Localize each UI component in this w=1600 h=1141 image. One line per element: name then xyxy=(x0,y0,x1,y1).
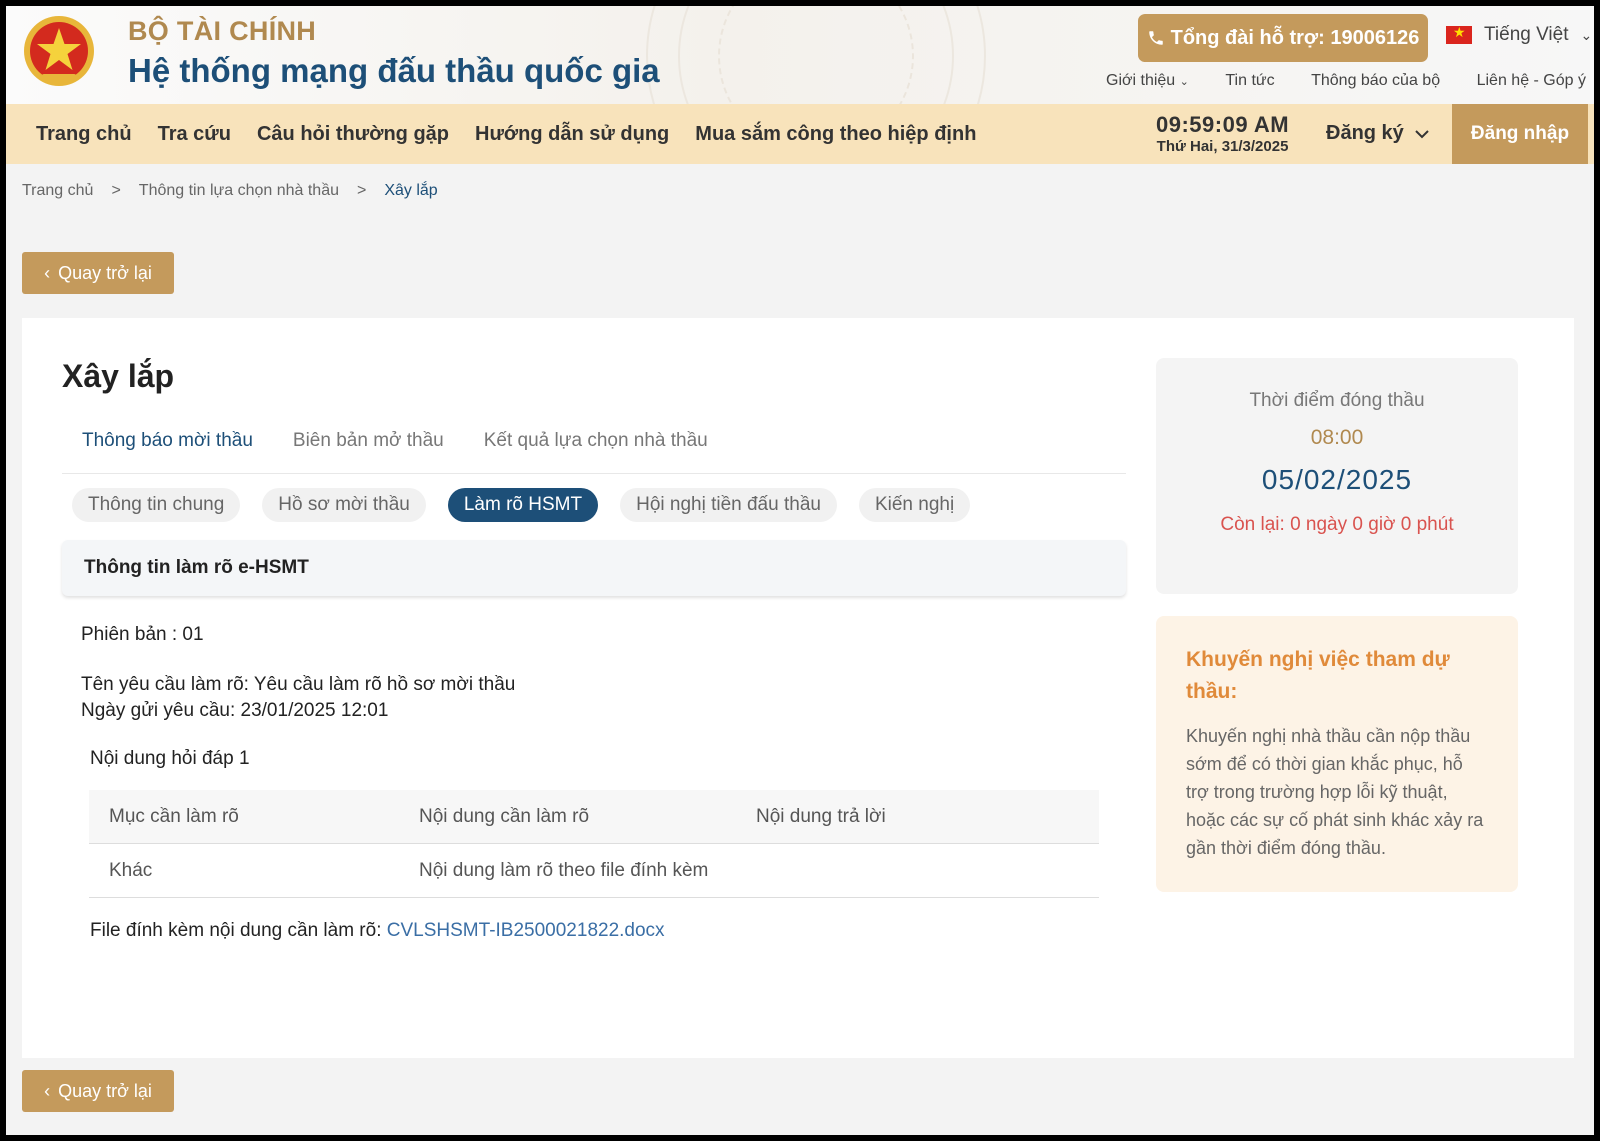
breadcrumb-selection[interactable]: Thông tin lựa chọn nhà thầu xyxy=(139,182,339,200)
content-card: Xây lắp Thông báo mời thầu Biên bản mở t… xyxy=(22,318,1574,1058)
clock: 09:59:09 AM Thứ Hai, 31/3/2025 xyxy=(1156,112,1289,155)
language-label: Tiếng Việt xyxy=(1484,24,1569,45)
register-label: Đăng ký xyxy=(1326,122,1404,144)
back-button[interactable]: ‹ Quay trở lại xyxy=(22,252,174,294)
chevron-left-icon: ‹ xyxy=(44,262,51,283)
request-name: Tên yêu cầu làm rõ: Yêu cầu làm rõ hồ sơ… xyxy=(81,674,516,695)
tab-bar: Thông báo mời thầu Biên bản mở thầu Kết … xyxy=(62,430,1126,474)
tab-ket-qua[interactable]: Kết quả lựa chọn nhà thầu xyxy=(484,430,708,473)
attachment-link[interactable]: CVLSHSMT-IB2500021822.docx xyxy=(387,920,665,941)
nav-item-tra-cuu[interactable]: Tra cứu xyxy=(158,123,231,146)
back-button-label: Quay trở lại xyxy=(58,1080,152,1101)
hotline-label: Tổng đài hỗ trợ: 19006126 xyxy=(1170,26,1420,49)
phone-icon xyxy=(1148,31,1163,45)
back-button-label: Quay trở lại xyxy=(58,262,152,283)
top-link-tin-tuc[interactable]: Tin tức xyxy=(1225,72,1274,90)
remaining-time: Còn lại: 0 ngày 0 giờ 0 phút xyxy=(1220,514,1454,535)
top-links: Giới thiệu ⌄ Tin tức Thông báo của bộ Li… xyxy=(1106,72,1586,90)
nav-item-cau-hoi[interactable]: Câu hỏi thường gặp xyxy=(257,123,449,146)
page-frame: BỘ TÀI CHÍNH Hệ thống mạng đấu thầu quốc… xyxy=(6,6,1594,1135)
breadcrumb-separator: > xyxy=(111,182,121,199)
top-link-lien-he[interactable]: Liên hệ - Góp ý xyxy=(1477,72,1586,90)
closing-label: Thời điểm đóng thầu xyxy=(1249,390,1425,411)
page-title: Xây lắp xyxy=(62,358,175,394)
clock-date: Thứ Hai, 31/3/2025 xyxy=(1156,138,1289,155)
version-text: Phiên bản : 01 xyxy=(81,624,204,645)
main-nav: Trang chủ Tra cứu Câu hỏi thường gặp Hướ… xyxy=(6,104,1594,164)
top-link-thong-bao[interactable]: Thông báo của bộ xyxy=(1311,72,1440,90)
nav-item-mua-sam[interactable]: Mua sắm công theo hiệp định xyxy=(695,123,976,146)
language-selector[interactable]: Tiếng Việt ⌄ xyxy=(1446,24,1592,46)
hotline-button[interactable]: Tổng đài hỗ trợ: 19006126 xyxy=(1138,14,1428,62)
table-header-cell: Nội dung cần làm rõ xyxy=(419,805,590,827)
pill-thong-tin-chung[interactable]: Thông tin chung xyxy=(72,488,241,522)
advice-text: Khuyến nghị nhà thầu cần nộp thầu sớm để… xyxy=(1186,726,1484,858)
pill-lam-ro-hsmt[interactable]: Làm rõ HSMT xyxy=(447,488,599,522)
system-name[interactable]: Hệ thống mạng đấu thầu quốc gia xyxy=(128,52,660,90)
pill-hoi-nghi[interactable]: Hội nghị tiền đấu thầu xyxy=(620,488,837,522)
table-header-row: Mục cần làm rõ Nội dung cần làm rõ Nội d… xyxy=(89,790,1099,844)
breadcrumb-current: Xây lắp xyxy=(384,182,438,199)
pill-ho-so-moi-thau[interactable]: Hồ sơ mời thầu xyxy=(262,488,426,522)
table-cell: Nội dung làm rõ theo file đính kèm xyxy=(419,859,709,881)
chevron-down-icon: ⌄ xyxy=(1580,26,1593,43)
attachment-line: File đính kèm nội dung cần làm rõ: CVLSH… xyxy=(90,920,665,942)
section-header: Thông tin làm rõ e-HSMT xyxy=(62,540,1126,596)
advice-title: Khuyến nghị việc tham dự thầu: xyxy=(1186,648,1450,703)
login-button[interactable]: Đăng nhập xyxy=(1452,104,1588,164)
chevron-down-icon xyxy=(1415,129,1429,138)
table-cell: Khác xyxy=(109,859,153,881)
attachment-label: File đính kèm nội dung cần làm rõ: xyxy=(90,920,382,941)
table-header-cell: Mục cần làm rõ xyxy=(109,805,239,827)
breadcrumb-separator: > xyxy=(356,182,367,199)
tab-bien-ban-mo-thau[interactable]: Biên bản mở thầu xyxy=(293,430,444,473)
closing-date: 05/02/2025 xyxy=(1261,464,1413,495)
table-row: Khác Nội dung làm rõ theo file đính kèm xyxy=(89,844,1099,898)
header-watermark xyxy=(646,6,986,104)
closing-time-box: Thời điểm đóng thầu 08:00 05/02/2025 Còn… xyxy=(1156,358,1518,594)
request-date: Ngày gửi yêu cầu: 23/01/2025 12:01 xyxy=(81,700,389,721)
back-button-bottom[interactable]: ‹ Quay trở lại xyxy=(22,1070,174,1112)
table-header-cell: Nội dung trả lời xyxy=(756,805,886,827)
qa-title: Nội dung hỏi đáp 1 xyxy=(90,748,250,769)
site-header: BỘ TÀI CHÍNH Hệ thống mạng đấu thầu quốc… xyxy=(6,6,1594,104)
top-link-gioi-thieu[interactable]: Giới thiệu ⌄ xyxy=(1106,72,1189,90)
chevron-left-icon: ‹ xyxy=(44,1080,51,1101)
advice-box: Khuyến nghị việc tham dự thầu: Khuyến ng… xyxy=(1156,616,1518,892)
chevron-down-icon: ⌄ xyxy=(1179,76,1189,88)
clock-time: 09:59:09 AM xyxy=(1156,112,1290,137)
breadcrumb: Trang chủ > Thông tin lựa chọn nhà thầu … xyxy=(22,182,438,200)
nav-item-huong-dan[interactable]: Hướng dẫn sử dụng xyxy=(475,123,669,146)
breadcrumb-home[interactable]: Trang chủ xyxy=(22,182,93,200)
vietnam-flag-icon xyxy=(1446,24,1472,44)
national-emblem-icon[interactable] xyxy=(22,12,96,90)
register-dropdown[interactable]: Đăng ký xyxy=(1326,122,1430,145)
tab-thong-bao-moi-thau[interactable]: Thông báo mời thầu xyxy=(82,430,253,473)
closing-hour: 08:00 xyxy=(1310,426,1364,449)
ministry-name: BỘ TÀI CHÍNH xyxy=(128,16,317,46)
subtab-pills: Thông tin chung Hồ sơ mời thầu Làm rõ HS… xyxy=(72,488,971,522)
nav-item-trang-chu[interactable]: Trang chủ xyxy=(36,123,132,146)
nav-items: Trang chủ Tra cứu Câu hỏi thường gặp Hướ… xyxy=(6,123,976,146)
clarification-table: Mục cần làm rõ Nội dung cần làm rõ Nội d… xyxy=(89,790,1099,898)
pill-kien-nghi[interactable]: Kiến nghị xyxy=(858,488,971,522)
